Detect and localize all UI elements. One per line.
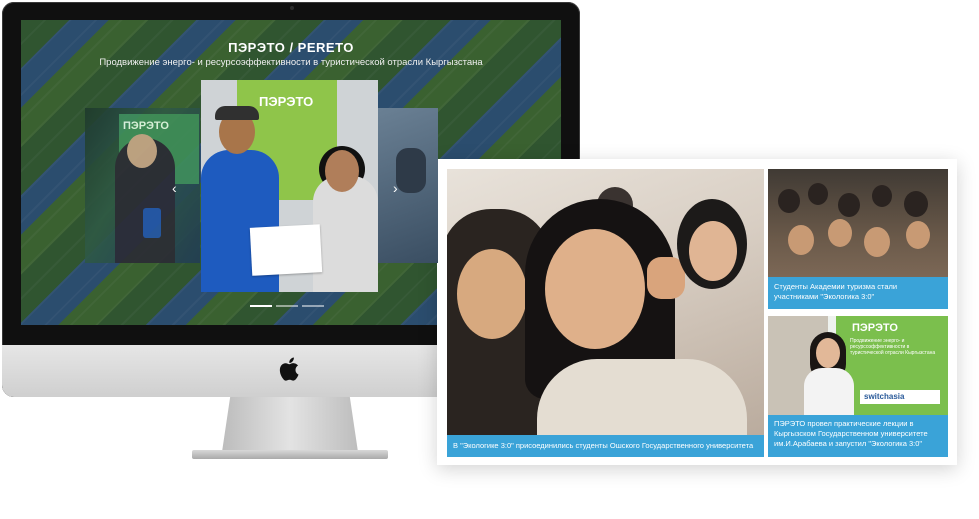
audience-face xyxy=(906,221,930,249)
slider-pagination xyxy=(250,305,324,307)
audience-member xyxy=(872,185,892,207)
site-title: ПЭРЭТО / PERETO xyxy=(228,40,354,55)
speaker-face xyxy=(816,338,840,368)
news-tile-main[interactable]: В "Экологике 3:0" присоединились студент… xyxy=(447,169,764,457)
banner-title: ПЭРЭТО xyxy=(852,322,898,334)
microphone-icon xyxy=(143,208,161,238)
news-caption[interactable]: Студенты Академии туризма стали участник… xyxy=(768,277,948,309)
student-center-face xyxy=(545,229,645,349)
audience-member xyxy=(778,189,800,213)
slide-current[interactable]: ПЭРЭТО xyxy=(201,80,378,292)
slider-prev-arrow-icon[interactable]: ‹ xyxy=(172,180,177,196)
audience-face xyxy=(864,227,890,257)
slide-banner-text: ПЭРЭТО xyxy=(259,94,314,109)
certificate xyxy=(249,224,323,276)
imac-stand-neck xyxy=(222,397,358,452)
audience-member xyxy=(808,183,828,205)
sponsor-logo: switchasia xyxy=(860,390,940,404)
audience-face xyxy=(788,225,814,255)
news-caption[interactable]: ПЭРЭТО провел практические лекции в Кырг… xyxy=(768,415,948,457)
camera-icon xyxy=(290,6,294,10)
news-tile-bottom[interactable]: ПЭРЭТО Продвижение энерго- и ресурсоэффе… xyxy=(768,316,948,457)
speaker-head xyxy=(127,134,157,168)
slide-banner-text: ПЭРЭТО xyxy=(123,120,169,132)
banner-subtitle: Продвижение энерго- и ресурсоэффективнос… xyxy=(850,338,936,356)
speaker-body xyxy=(804,368,854,416)
news-tile-top[interactable]: Студенты Академии туризма стали участник… xyxy=(768,169,948,309)
slider-dot-3[interactable] xyxy=(302,305,324,307)
student-right-face xyxy=(689,221,737,281)
woman-figure xyxy=(313,176,378,292)
audience-face xyxy=(828,219,852,247)
audience-member xyxy=(838,193,860,217)
student-left-face xyxy=(457,249,527,339)
site-subtitle: Продвижение энерго- и ресурсоэффективнос… xyxy=(99,57,483,68)
peace-sign-hand xyxy=(647,257,685,299)
slider-next-arrow-icon[interactable]: › xyxy=(393,180,398,196)
slider-dot-1[interactable] xyxy=(250,305,272,307)
slide-next[interactable] xyxy=(378,108,438,263)
news-caption[interactable]: В "Экологике 3:0" присоединились студент… xyxy=(447,435,764,457)
news-grid-card: В "Экологике 3:0" присоединились студент… xyxy=(437,159,957,465)
apple-logo-icon xyxy=(279,357,299,381)
slide-prev[interactable]: ПЭРЭТО xyxy=(85,108,200,263)
slide-figure xyxy=(396,148,426,193)
slider-dot-2[interactable] xyxy=(276,305,298,307)
imac-stand-foot xyxy=(192,450,388,459)
woman-head xyxy=(325,150,359,192)
cap xyxy=(215,106,259,120)
audience-member xyxy=(904,191,928,217)
